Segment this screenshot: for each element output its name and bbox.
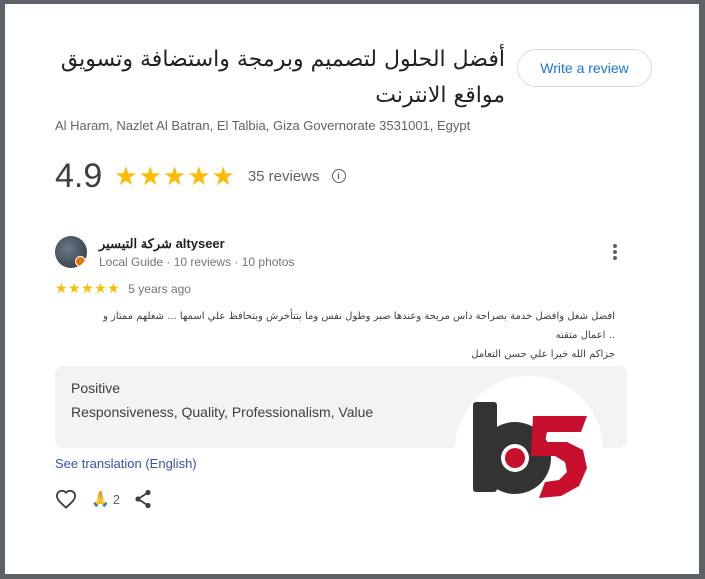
place-address: Al Haram, Nazlet Al Batran, El Talbia, G… (55, 118, 471, 133)
share-button[interactable] (134, 489, 152, 509)
heart-icon (55, 489, 77, 509)
rating-summary: 4.9 ★★★★★ 35 reviews i (55, 156, 346, 196)
more-vert-icon[interactable] (608, 242, 622, 262)
review-rating-row: ★★★★★ 5 years ago (55, 280, 191, 297)
place-title: أفضل الحلول لتصميم وبرمجة واستضافة وتسوي… (60, 47, 505, 108)
pray-icon: 🙏 (91, 491, 110, 508)
review-text-line: جزاكم الله خيرا علي حسن التعامل (471, 349, 615, 360)
local-guide-badge-icon (75, 256, 86, 267)
place-reviews-card: أفضل الحلول لتصميم وبرمجة واستضافة وتسوي… (5, 4, 699, 574)
see-translation-link[interactable]: See translation (English) (55, 456, 197, 471)
review-time: 5 years ago (128, 281, 191, 296)
review-actions: 🙏 2 (55, 488, 166, 510)
share-icon (135, 489, 151, 509)
review-stars: ★★★★★ (55, 280, 121, 296)
reviewer-meta: Local Guide · 10 reviews · 10 photos (99, 255, 295, 269)
brand-logo (455, 376, 603, 524)
reaction-button[interactable]: 🙏 2 (91, 490, 120, 508)
review-text: افضل شغل وافضل خدمة بصراحة داس مريحة وعن… (55, 307, 615, 364)
rating-stars: ★★★★★ (114, 160, 236, 191)
info-icon[interactable]: i (331, 169, 346, 183)
like-button[interactable] (55, 489, 77, 509)
review-text-line: .. اعمال متقنه (555, 330, 615, 341)
write-review-button[interactable]: Write a review (517, 49, 652, 87)
review-text-line: افضل شغل وافضل خدمة بصراحة داس مريحة وعن… (103, 311, 615, 322)
reviewer-name[interactable]: شركة التيسير altyseer (99, 236, 225, 252)
rating-value: 4.9 (55, 156, 103, 195)
avatar[interactable] (55, 236, 87, 268)
reviews-count-link[interactable]: 35 reviews (248, 168, 320, 185)
reaction-count: 2 (112, 491, 120, 507)
